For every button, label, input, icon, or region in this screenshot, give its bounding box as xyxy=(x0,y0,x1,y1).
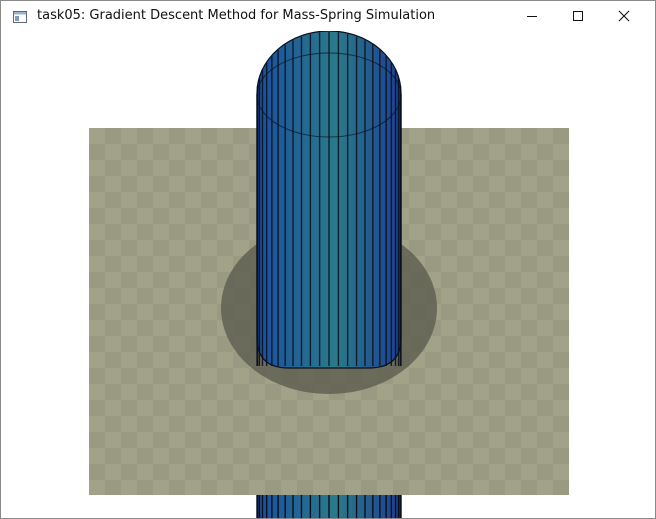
close-button[interactable] xyxy=(601,1,647,31)
app-window-icon xyxy=(12,9,28,25)
title-bar[interactable]: task05: Gradient Descent Method for Mass… xyxy=(1,1,655,31)
maximize-icon xyxy=(573,11,583,21)
cylinder-bottom-stub xyxy=(256,495,402,518)
maximize-button[interactable] xyxy=(555,1,601,31)
close-icon xyxy=(618,10,630,22)
minimize-icon xyxy=(527,16,537,17)
cylinder-body xyxy=(256,31,402,369)
application-window: task05: Gradient Descent Method for Mass… xyxy=(0,0,656,519)
opengl-viewport[interactable] xyxy=(1,31,655,518)
minimize-button[interactable] xyxy=(509,1,555,31)
window-title: task05: Gradient Descent Method for Mass… xyxy=(37,8,436,23)
scene-canvas xyxy=(89,31,569,518)
